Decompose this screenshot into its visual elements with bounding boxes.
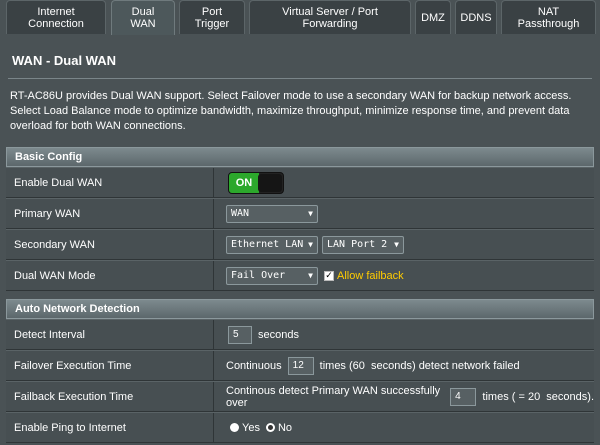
toggle-on-label: ON bbox=[229, 172, 259, 193]
ping-no-option[interactable]: No bbox=[265, 421, 293, 434]
ping-no-label: No bbox=[277, 421, 293, 434]
dual-wan-mode-label: Dual WAN Mode bbox=[6, 261, 214, 290]
dual-wan-mode-select[interactable]: Fail Over ▼ bbox=[226, 266, 318, 285]
row-secondary-wan: Secondary WAN Ethernet LAN ▼ LAN Port 2 … bbox=[6, 229, 594, 260]
allow-failback-checkbox[interactable]: ✓ bbox=[324, 270, 334, 281]
ping-yes-option[interactable]: Yes bbox=[230, 422, 260, 434]
secondary-wan-select[interactable]: Ethernet LAN ▼ bbox=[226, 235, 318, 254]
chevron-down-icon: ▼ bbox=[308, 240, 313, 249]
enable-dual-wan-toggle[interactable]: ON bbox=[228, 171, 284, 194]
chevron-down-icon: ▼ bbox=[394, 240, 399, 249]
row-enable-ping: Enable Ping to Internet Yes No bbox=[6, 412, 594, 443]
tab-bar: Internet Connection Dual WAN Port Trigge… bbox=[0, 0, 600, 35]
primary-wan-label: Primary WAN bbox=[6, 199, 214, 228]
tab-nat-passthrough[interactable]: NAT Passthrough bbox=[501, 0, 596, 34]
primary-wan-value: WAN bbox=[231, 208, 250, 219]
secondary-wan-port-select[interactable]: LAN Port 2 ▼ bbox=[322, 235, 404, 254]
tab-port-trigger[interactable]: Port Trigger bbox=[179, 0, 245, 34]
detect-interval-input[interactable]: 5 bbox=[228, 325, 252, 344]
detect-interval-label: Detect Interval bbox=[6, 320, 214, 349]
failback-count-input[interactable]: 4 bbox=[450, 387, 477, 406]
tab-ddns[interactable]: DDNS bbox=[455, 0, 497, 34]
failover-count-input[interactable]: 12 bbox=[287, 356, 314, 375]
tab-virtual-server[interactable]: Virtual Server / Port Forwarding bbox=[249, 0, 411, 34]
dual-wan-mode-value: Fail Over bbox=[231, 270, 286, 281]
page-title: WAN - Dual WAN bbox=[12, 53, 116, 68]
failover-suffix: times (60 seconds) detect network failed bbox=[319, 359, 520, 372]
row-detect-interval: Detect Interval 5 seconds bbox=[6, 319, 594, 350]
row-failover-execution: Failover Execution Time Continuous 12 ti… bbox=[6, 350, 594, 381]
section-header-auto-network-detection: Auto Network Detection bbox=[6, 299, 594, 319]
tab-internet-connection[interactable]: Internet Connection bbox=[6, 0, 106, 34]
detect-interval-unit: seconds bbox=[258, 328, 299, 341]
chevron-down-icon: ▼ bbox=[308, 209, 313, 218]
failback-prefix: Continous detect Primary WAN successfull… bbox=[226, 384, 441, 409]
section-header-basic-config: Basic Config bbox=[6, 147, 594, 167]
page-description: RT-AC86U provides Dual WAN support. Sele… bbox=[10, 90, 572, 132]
failback-execution-label: Failback Execution Time bbox=[6, 382, 214, 411]
failover-execution-label: Failover Execution Time bbox=[6, 351, 214, 380]
row-primary-wan: Primary WAN WAN ▼ bbox=[6, 198, 594, 229]
primary-wan-select[interactable]: WAN ▼ bbox=[226, 204, 318, 223]
row-dual-wan-mode: Dual WAN Mode Fail Over ▼ ✓ Allow failba… bbox=[6, 260, 594, 291]
secondary-wan-value: Ethernet LAN bbox=[231, 239, 304, 250]
ping-yes-label: Yes bbox=[242, 421, 260, 434]
title-divider bbox=[8, 78, 592, 79]
toggle-knob bbox=[258, 173, 282, 192]
ping-yes-radio[interactable] bbox=[230, 423, 239, 432]
tab-dual-wan[interactable]: Dual WAN bbox=[111, 0, 175, 35]
chevron-down-icon: ▼ bbox=[308, 271, 313, 280]
row-failback-execution: Failback Execution Time Continous detect… bbox=[6, 381, 594, 412]
secondary-wan-port-value: LAN Port 2 bbox=[327, 239, 388, 250]
ping-no-radio[interactable] bbox=[265, 423, 275, 432]
failover-prefix: Continuous bbox=[226, 359, 282, 372]
secondary-wan-label: Secondary WAN bbox=[6, 230, 214, 259]
row-enable-dual-wan: Enable Dual WAN ON bbox=[6, 167, 594, 198]
tab-dmz[interactable]: DMZ bbox=[415, 0, 451, 34]
failback-suffix: times ( = 20 seconds). bbox=[482, 390, 594, 403]
allow-failback-label: Allow failback bbox=[337, 269, 404, 282]
enable-ping-label: Enable Ping to Internet bbox=[6, 413, 214, 442]
enable-dual-wan-label: Enable Dual WAN bbox=[6, 168, 214, 197]
